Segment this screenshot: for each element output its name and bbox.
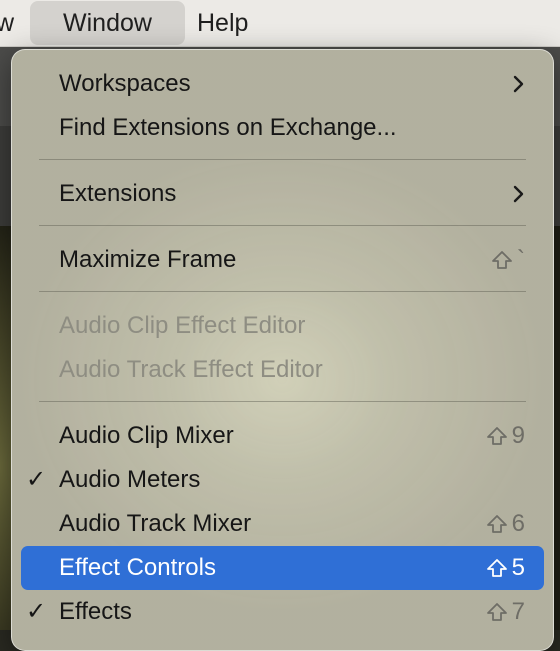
menu-separator xyxy=(39,225,526,226)
menu-item-workspaces[interactable]: Workspaces xyxy=(12,62,553,106)
shift-icon xyxy=(486,427,507,445)
menu-item-label: Audio Track Effect Editor xyxy=(59,356,323,383)
shift-icon xyxy=(492,251,512,269)
menu-item-label: Extensions xyxy=(59,180,177,207)
menu-item-audio-clip-effect-editor: Audio Clip Effect Editor xyxy=(12,304,553,348)
shortcut-key: ` xyxy=(517,246,525,273)
window-menu-dropdown: Workspaces Find Extensions on Exchange..… xyxy=(11,49,554,651)
shift-icon xyxy=(486,603,507,621)
menu-item-shortcut: 7 xyxy=(486,590,525,634)
menu-item-effect-controls[interactable]: Effect Controls 5 xyxy=(21,546,544,590)
menu-item-extensions[interactable]: Extensions xyxy=(12,172,553,216)
menubar-item-help[interactable]: Help xyxy=(197,0,248,46)
menu-item-find-extensions[interactable]: Find Extensions on Exchange... xyxy=(12,106,553,150)
menu-item-label: Audio Clip Mixer xyxy=(59,422,234,449)
menu-item-label: Find Extensions on Exchange... xyxy=(59,114,397,141)
shortcut-key: 6 xyxy=(511,510,525,537)
menu-item-shortcut: 9 xyxy=(486,414,525,458)
chevron-right-icon xyxy=(513,75,524,93)
menu-item-audio-track-mixer[interactable]: Audio Track Mixer 6 xyxy=(12,502,553,546)
menu-separator xyxy=(39,401,526,402)
checkmark-icon: ✓ xyxy=(26,598,47,625)
menu-item-label: Audio Clip Effect Editor xyxy=(59,312,306,339)
shortcut-key: 7 xyxy=(511,598,525,625)
shortcut-key: 9 xyxy=(511,422,525,449)
menu-item-label: Audio Meters xyxy=(59,466,201,493)
menu-separator xyxy=(39,291,526,292)
menubar-item-view[interactable]: w xyxy=(0,0,14,46)
menu-item-audio-clip-mixer[interactable]: Audio Clip Mixer 9 xyxy=(12,414,553,458)
checkmark-icon: ✓ xyxy=(26,466,47,493)
menu-item-label: Maximize Frame xyxy=(59,246,237,273)
menu-item-effects[interactable]: ✓ Effects 7 xyxy=(12,590,553,634)
menu-item-shortcut: ` xyxy=(491,238,525,282)
chevron-right-icon xyxy=(513,185,524,203)
menu-item-audio-track-effect-editor: Audio Track Effect Editor xyxy=(12,348,553,392)
menu-separator xyxy=(39,159,526,160)
menu-item-label: Workspaces xyxy=(59,70,191,97)
menu-item-label: Audio Track Mixer xyxy=(59,510,252,537)
menu-item-audio-meters[interactable]: ✓ Audio Meters xyxy=(12,458,553,502)
menubar-item-window[interactable]: Window xyxy=(30,1,185,45)
menu-item-shortcut: 5 xyxy=(486,546,525,590)
menu-item-shortcut: 6 xyxy=(486,502,525,546)
menu-item-label: Effects xyxy=(59,598,132,625)
shortcut-key: 5 xyxy=(511,554,525,581)
menu-item-label: Effect Controls xyxy=(59,554,216,581)
menu-bar: w Window Help xyxy=(0,0,560,47)
shift-icon xyxy=(486,515,507,533)
shift-icon xyxy=(486,559,507,577)
menu-item-maximize-frame[interactable]: Maximize Frame ` xyxy=(12,238,553,282)
